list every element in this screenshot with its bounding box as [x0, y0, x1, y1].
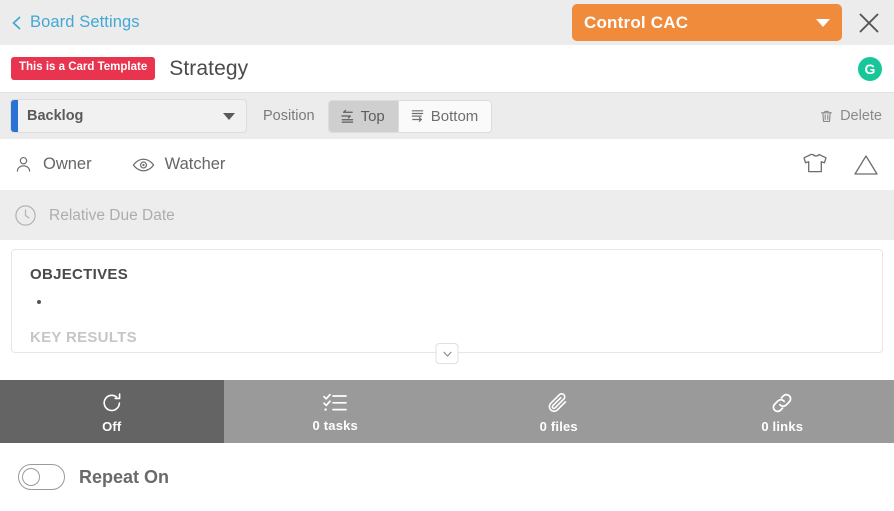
board-selector-dropdown[interactable]: Control CAC — [572, 4, 842, 41]
position-option-bottom[interactable]: Bottom — [397, 100, 492, 132]
chevron-down-icon — [441, 348, 453, 360]
position-option-top[interactable]: Top — [328, 100, 398, 132]
trash-icon — [819, 109, 834, 124]
tab-repeat-label: Off — [102, 418, 122, 434]
move-to-bottom-icon — [409, 108, 425, 124]
watcher-field[interactable]: Watcher — [132, 155, 226, 174]
position-option-bottom-label: Bottom — [430, 107, 479, 125]
page-title[interactable]: Strategy — [169, 57, 248, 81]
top-bar-right-group: Control CAC — [572, 4, 882, 41]
avatar[interactable]: G — [858, 56, 882, 81]
tab-repeat[interactable]: Off — [0, 380, 224, 443]
tab-tasks[interactable]: 0 tasks — [223, 380, 447, 443]
delete-button[interactable]: Delete — [819, 108, 882, 124]
description-heading-objectives: OBJECTIVES — [30, 266, 129, 283]
repeat-on-toggle[interactable] — [18, 464, 65, 490]
watcher-label: Watcher — [164, 155, 226, 173]
close-button[interactable] — [856, 10, 882, 36]
status-color-accent — [11, 100, 18, 132]
delete-button-label: Delete — [840, 108, 882, 124]
expand-description-button[interactable] — [435, 343, 459, 364]
position-segmented-control: Top Bottom — [327, 99, 493, 133]
chevron-down-icon — [816, 18, 830, 27]
clock-icon — [14, 204, 37, 227]
owner-label: Owner — [43, 155, 92, 173]
people-row: Owner Watcher — [0, 139, 894, 191]
description-card[interactable]: OBJECTIVES KEY RESULTS — [11, 249, 883, 353]
list-item — [52, 292, 864, 310]
size-estimate-button[interactable] — [800, 151, 830, 179]
tab-links[interactable]: 0 links — [670, 380, 894, 443]
person-icon — [14, 155, 33, 174]
paperclip-icon — [546, 390, 572, 416]
card-detail-tab-bar: Off 0 tasks 0 files 0 links — [0, 380, 894, 443]
checklist-icon — [322, 391, 348, 415]
card-template-detail-screen: Board Settings Control CAC This is a Car… — [0, 0, 894, 511]
chevron-down-icon — [223, 112, 235, 120]
card-template-badge: This is a Card Template — [11, 57, 156, 80]
relative-due-date-label: Relative Due Date — [49, 206, 175, 224]
repeat-on-label: Repeat On — [79, 466, 170, 487]
tab-files[interactable]: 0 files — [447, 380, 671, 443]
status-position-row: Backlog Position Top Bottom Delete — [0, 92, 894, 139]
card-attributes-group — [800, 151, 880, 179]
tshirt-icon — [800, 151, 830, 179]
back-to-board-settings-link[interactable]: Board Settings — [10, 13, 140, 32]
description-heading-key-results: KEY RESULTS — [30, 329, 137, 346]
board-selector-label: Control CAC — [584, 12, 689, 32]
tab-tasks-label: 0 tasks — [312, 417, 358, 433]
link-icon — [768, 390, 796, 416]
description-section: OBJECTIVES KEY RESULTS — [0, 240, 894, 364]
tab-links-label: 0 links — [761, 418, 804, 434]
eye-icon — [132, 156, 155, 174]
repeat-on-row: Repeat On — [0, 443, 894, 511]
status-dropdown[interactable]: Backlog — [10, 99, 247, 133]
top-bar: Board Settings Control CAC — [0, 0, 894, 45]
owner-field[interactable]: Owner — [14, 155, 92, 174]
tab-files-label: 0 files — [539, 418, 578, 434]
description-bullet-list — [52, 292, 864, 310]
repeat-icon — [99, 390, 125, 416]
status-dropdown-label: Backlog — [27, 108, 84, 124]
triangle-icon — [852, 152, 880, 178]
relative-due-date-row[interactable]: Relative Due Date — [0, 191, 894, 240]
card-title-row: This is a Card Template Strategy G — [0, 45, 894, 92]
chevron-left-icon — [10, 16, 24, 30]
position-option-top-label: Top — [360, 107, 385, 125]
position-label: Position — [263, 108, 315, 124]
priority-button[interactable] — [852, 152, 880, 178]
move-to-top-icon — [339, 108, 355, 124]
back-link-label: Board Settings — [30, 13, 140, 31]
toggle-knob — [22, 468, 40, 486]
